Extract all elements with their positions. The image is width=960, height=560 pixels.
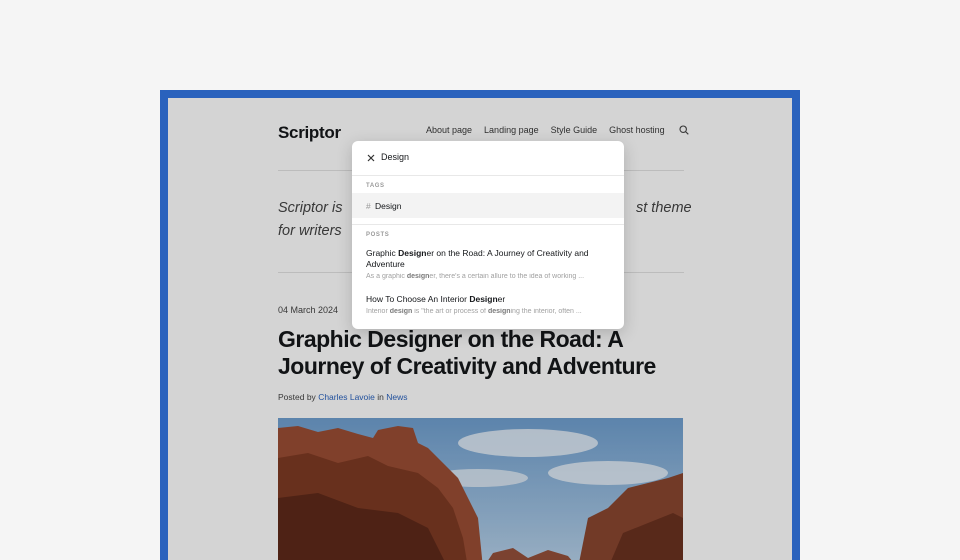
hash-icon: # bbox=[366, 201, 371, 211]
page: Scriptor About page Landing page Style G… bbox=[168, 98, 792, 560]
post-result-title: Graphic Designer on the Road: A Journey … bbox=[366, 248, 589, 269]
posts-section-label: POSTS bbox=[366, 232, 390, 238]
post-result[interactable]: Graphic Designer on the Road: A Journey … bbox=[366, 248, 612, 280]
tag-result-design[interactable]: # Design bbox=[352, 193, 624, 218]
search-row: Design bbox=[352, 141, 624, 176]
post-result-excerpt: As a graphic designer, there's a certain… bbox=[366, 273, 585, 280]
section-divider bbox=[352, 224, 624, 225]
browser-frame: Scriptor About page Landing page Style G… bbox=[160, 90, 800, 560]
search-input[interactable]: Design bbox=[381, 152, 409, 162]
post-result-title: How To Choose An Interior Designer bbox=[366, 294, 506, 304]
post-result-excerpt: Interior design is "the art or process o… bbox=[366, 308, 582, 315]
tags-section-label: TAGS bbox=[366, 183, 385, 189]
tag-name: Design bbox=[375, 201, 402, 211]
post-result[interactable]: How To Choose An Interior Designer Inter… bbox=[366, 294, 612, 315]
close-icon[interactable] bbox=[366, 153, 376, 163]
search-popup: Design TAGS # Design POSTS Graphic Desig… bbox=[352, 141, 624, 329]
